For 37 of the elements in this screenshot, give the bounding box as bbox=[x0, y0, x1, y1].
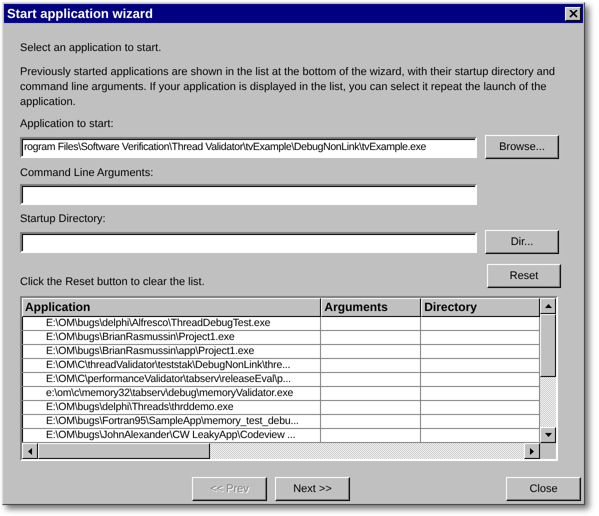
wizard-button[interactable]: Close bbox=[506, 477, 581, 501]
field-label: Command Line Arguments: bbox=[20, 167, 154, 181]
scroll-thumb[interactable] bbox=[540, 314, 556, 377]
horizontal-scrollbar[interactable] bbox=[22, 443, 556, 459]
list-row[interactable]: E:\OM\bugs\delphi\Threads\thrddemo.exe bbox=[22, 401, 540, 415]
input-field[interactable] bbox=[20, 184, 477, 205]
scroll-thumb[interactable] bbox=[38, 443, 210, 459]
up-arrow-icon bbox=[544, 304, 552, 308]
input-field[interactable] bbox=[20, 232, 477, 252]
list-row[interactable]: E:\OM\C\threadValidator\teststak\DebugNonLink\thre... bbox=[22, 359, 540, 373]
field-label: Application to start: bbox=[20, 118, 115, 132]
list-row[interactable]: E:\OM\C\performanceValidator\tabserv\releaseEval\p... bbox=[22, 373, 540, 387]
close-button[interactable] bbox=[565, 6, 581, 20]
down-arrow-icon bbox=[544, 433, 552, 437]
browse-button[interactable]: Dir... bbox=[485, 230, 559, 254]
field-label: Startup Directory: bbox=[20, 213, 107, 227]
window-title: Start application wizard bbox=[7, 6, 153, 21]
browse-button[interactable]: Browse... bbox=[485, 135, 559, 159]
list-row[interactable]: E:\OM\bugs\BrianRasmussin\Project1.exe bbox=[22, 331, 540, 345]
list-row[interactable]: E:\OM\bugs\Fortran95\SampleApp\memory_test_debu... bbox=[22, 415, 540, 429]
wizard-button[interactable]: Next >> bbox=[275, 477, 350, 501]
column-header[interactable]: Application bbox=[22, 298, 322, 317]
description-text: Previously started applications are shown in the list at the bottom of the wizard, with their startup directory and command line arguments. If your application is displayed in the list, you can select it repeat the launch of the application. bbox=[20, 65, 556, 110]
column-header[interactable]: Directory bbox=[421, 298, 540, 317]
reset-hint: Click the Reset button to clear the list. bbox=[20, 276, 205, 288]
left-arrow-icon bbox=[28, 448, 32, 454]
intro-text: Select an application to start. bbox=[20, 42, 162, 54]
right-arrow-icon bbox=[530, 448, 534, 454]
list-row[interactable]: e:\om\c\memory32\tabserv\debug\memoryValidator.exe bbox=[22, 387, 540, 401]
scrollbar-corner bbox=[540, 443, 556, 459]
list-row[interactable]: E:\OM\bugs\BrianRasmussin\app\Project1.exe bbox=[22, 345, 540, 359]
list-row[interactable]: E:\OM\bugs\delphi\Alfresco\ThreadDebugTest.exe bbox=[22, 317, 540, 331]
reset-button[interactable]: Reset bbox=[487, 264, 561, 288]
close-icon bbox=[568, 10, 578, 18]
input-field[interactable]: rogram Files\Software Verification\Thread Validator\tvExample\DebugNonLink\tvExample.exe bbox=[20, 136, 477, 158]
vertical-scrollbar[interactable] bbox=[540, 298, 556, 443]
column-header[interactable]: Arguments bbox=[321, 298, 422, 317]
